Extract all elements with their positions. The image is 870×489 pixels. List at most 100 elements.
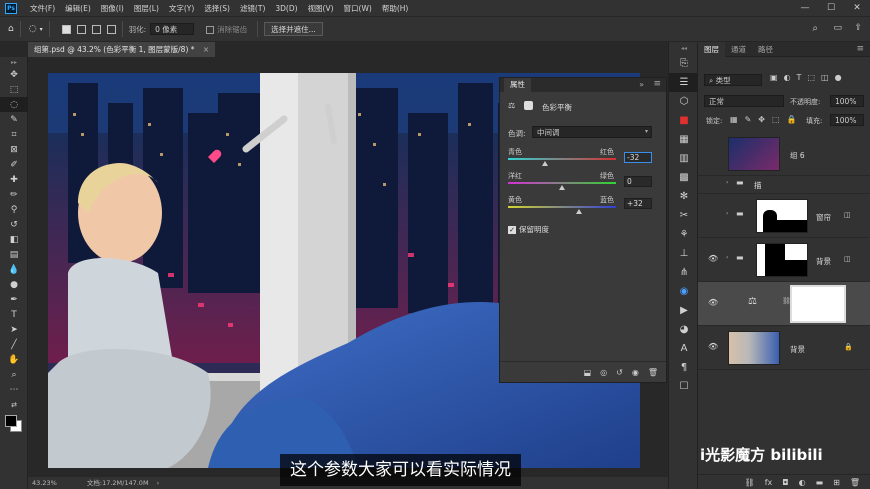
expand-arrow-icon[interactable]: › <box>726 210 728 217</box>
tab-paths[interactable]: 路径 <box>752 42 779 57</box>
menu-layer[interactable]: 图层(L) <box>129 3 164 14</box>
select-and-mask-button[interactable]: 选择并遮住... <box>264 22 323 36</box>
intersect-selection-icon[interactable] <box>106 24 116 34</box>
eraser-tool-icon[interactable]: ◧ <box>0 232 28 247</box>
menu-type[interactable]: 文字(Y) <box>164 3 199 14</box>
feather-input[interactable]: 0 像素 <box>150 23 195 35</box>
expand-arrow-icon[interactable]: › <box>726 179 728 186</box>
antialias-option[interactable]: 消除锯齿 <box>206 24 247 35</box>
menu-3d[interactable]: 3D(D) <box>270 4 302 13</box>
minimize-button[interactable]: — <box>792 0 818 16</box>
layer-row[interactable]: 👁 › ▬ 背景 ◫ <box>698 238 870 282</box>
stamp-icon[interactable]: ⊥ <box>669 244 699 263</box>
properties-tab[interactable]: 属性 <box>504 78 531 92</box>
frame-tool-icon[interactable]: ⊠ <box>0 142 28 157</box>
color-icon[interactable]: ◕ <box>669 320 699 339</box>
workspace-icon[interactable]: ▭ <box>833 23 842 33</box>
clone-stamp-tool-icon[interactable]: ⚲ <box>0 202 28 217</box>
quick-select-tool-icon[interactable]: ✎ <box>0 112 28 127</box>
collapse-icon[interactable]: » <box>639 80 644 89</box>
plugin-icon[interactable]: ■ <box>669 111 699 130</box>
dodge-tool-icon[interactable]: ● <box>0 277 28 292</box>
layer-row[interactable]: 组 6 <box>698 132 870 176</box>
cyan-red-slider-thumb[interactable] <box>541 161 548 166</box>
tone-select[interactable]: 中间调 ▾ <box>532 126 652 138</box>
filter-adjust-icon[interactable]: ◐ <box>784 73 791 82</box>
layer-row-selected[interactable]: 👁 ⚖ ⛓ <box>698 282 870 326</box>
search-icon[interactable]: ⌕ <box>812 23 818 34</box>
eye-icon[interactable]: 👁 <box>708 255 718 263</box>
share-icon[interactable]: ⇪ <box>854 23 862 33</box>
tab-layers[interactable]: 图层 <box>698 41 725 57</box>
layer-name[interactable]: 背景 <box>790 344 805 355</box>
history-icon[interactable]: ⎘ <box>669 54 699 73</box>
swatches-icon[interactable]: ▦ <box>669 130 699 149</box>
filter-pixel-icon[interactable]: ▣ <box>770 73 778 82</box>
delete-layer-icon[interactable]: 🗑 <box>850 478 860 487</box>
gradient-tool-icon[interactable]: ▤ <box>0 247 28 262</box>
blend-mode-select[interactable]: 正常 <box>704 95 784 107</box>
character-icon[interactable]: A <box>669 339 699 358</box>
zoom-tool-icon[interactable]: ⌕ <box>0 367 28 382</box>
filter-kind-select[interactable]: ⌕ 类型 <box>704 74 762 86</box>
visibility-icon[interactable]: ◉ <box>632 368 639 377</box>
pen-tool-icon[interactable]: ✒ <box>0 292 28 307</box>
clip-to-layer-icon[interactable]: ⬓ <box>584 368 592 377</box>
layer-row[interactable]: › ▬ 描 <box>698 176 870 194</box>
magenta-green-slider[interactable] <box>508 182 616 184</box>
panel-menu-icon[interactable]: ≡ <box>653 79 661 89</box>
antialias-checkbox[interactable] <box>206 25 215 34</box>
new-adjustment-icon[interactable]: ◐ <box>799 478 806 487</box>
crop-tool-icon[interactable]: ⌗ <box>0 127 28 142</box>
reset-icon[interactable]: ↺ <box>616 368 623 377</box>
menu-view[interactable]: 视图(V) <box>303 3 339 14</box>
add-mask-icon[interactable]: ◘ <box>782 478 788 487</box>
layer-name[interactable]: 窗帘 <box>816 212 831 223</box>
menu-file[interactable]: 文件(F) <box>25 3 60 14</box>
yellow-blue-slider-thumb[interactable] <box>576 209 583 214</box>
hand-tool-icon[interactable]: ✋ <box>0 352 28 367</box>
lasso-tool-icon[interactable]: ◌ <box>0 97 28 112</box>
menu-edit[interactable]: 编辑(E) <box>60 3 96 14</box>
path-select-tool-icon[interactable]: ➤ <box>0 322 28 337</box>
opacity-input[interactable]: 100% <box>830 95 864 107</box>
paragraph-icon[interactable]: ¶ <box>669 358 699 377</box>
marquee-tool-icon[interactable]: ⬚ <box>0 82 28 97</box>
menu-image[interactable]: 图像(I) <box>96 3 129 14</box>
layer-row[interactable]: › ▬ 窗帘 ◫ <box>698 194 870 238</box>
expand-arrow-icon[interactable]: › <box>726 254 728 261</box>
new-layer-icon[interactable]: ⊞ <box>833 478 840 487</box>
mask-icon[interactable] <box>524 101 533 110</box>
zoom-level[interactable]: 43.23% <box>32 479 57 487</box>
layer-mask-thumbnail[interactable] <box>790 285 846 323</box>
filter-type-icon[interactable]: T <box>797 73 802 82</box>
brush-tool-icon[interactable]: ✏ <box>0 187 28 202</box>
3d-icon[interactable]: ⬡ <box>669 92 699 111</box>
menu-select[interactable]: 选择(S) <box>199 3 235 14</box>
glyphs-icon[interactable]: ☐ <box>669 377 699 396</box>
document-tab[interactable]: 组第.psd @ 43.2% (色彩平衡 1, 图层蒙版/8) * × <box>28 42 216 57</box>
close-button[interactable]: ✕ <box>844 0 870 16</box>
preserve-luminosity-checkbox[interactable]: ✓ <box>508 226 516 234</box>
home-icon[interactable]: ⌂ <box>8 24 14 34</box>
line-tool-icon[interactable]: ╱ <box>0 337 28 352</box>
tab-close-icon[interactable]: × <box>203 45 209 54</box>
layer-row[interactable]: 👁 背景 🔒 <box>698 326 870 370</box>
fx-icon[interactable]: fx <box>765 478 773 487</box>
add-selection-icon[interactable] <box>76 24 86 34</box>
layer-mask-thumbnail[interactable] <box>756 199 808 233</box>
layer-name[interactable]: 描 <box>754 180 762 191</box>
artboard-icon[interactable]: ⬚ <box>772 115 780 124</box>
lock-all-icon[interactable]: 🔒 <box>787 115 797 124</box>
eye-icon[interactable]: 👁 <box>708 299 718 307</box>
delete-icon[interactable]: 🗑 <box>648 368 658 377</box>
preserve-luminosity-option[interactable]: ✓ 保留明度 <box>508 224 549 235</box>
subtract-selection-icon[interactable] <box>91 24 101 34</box>
menu-filter[interactable]: 滤镜(T) <box>235 3 270 14</box>
healing-tool-icon[interactable]: ✚ <box>0 172 28 187</box>
color-swatches[interactable] <box>0 412 28 434</box>
lasso-icon[interactable]: ◌ <box>29 24 37 34</box>
panel-menu-icon[interactable]: ≡ <box>850 42 870 57</box>
lock-transparent-icon[interactable]: ▦ <box>730 115 738 124</box>
blur-tool-icon[interactable]: 💧 <box>0 262 28 277</box>
